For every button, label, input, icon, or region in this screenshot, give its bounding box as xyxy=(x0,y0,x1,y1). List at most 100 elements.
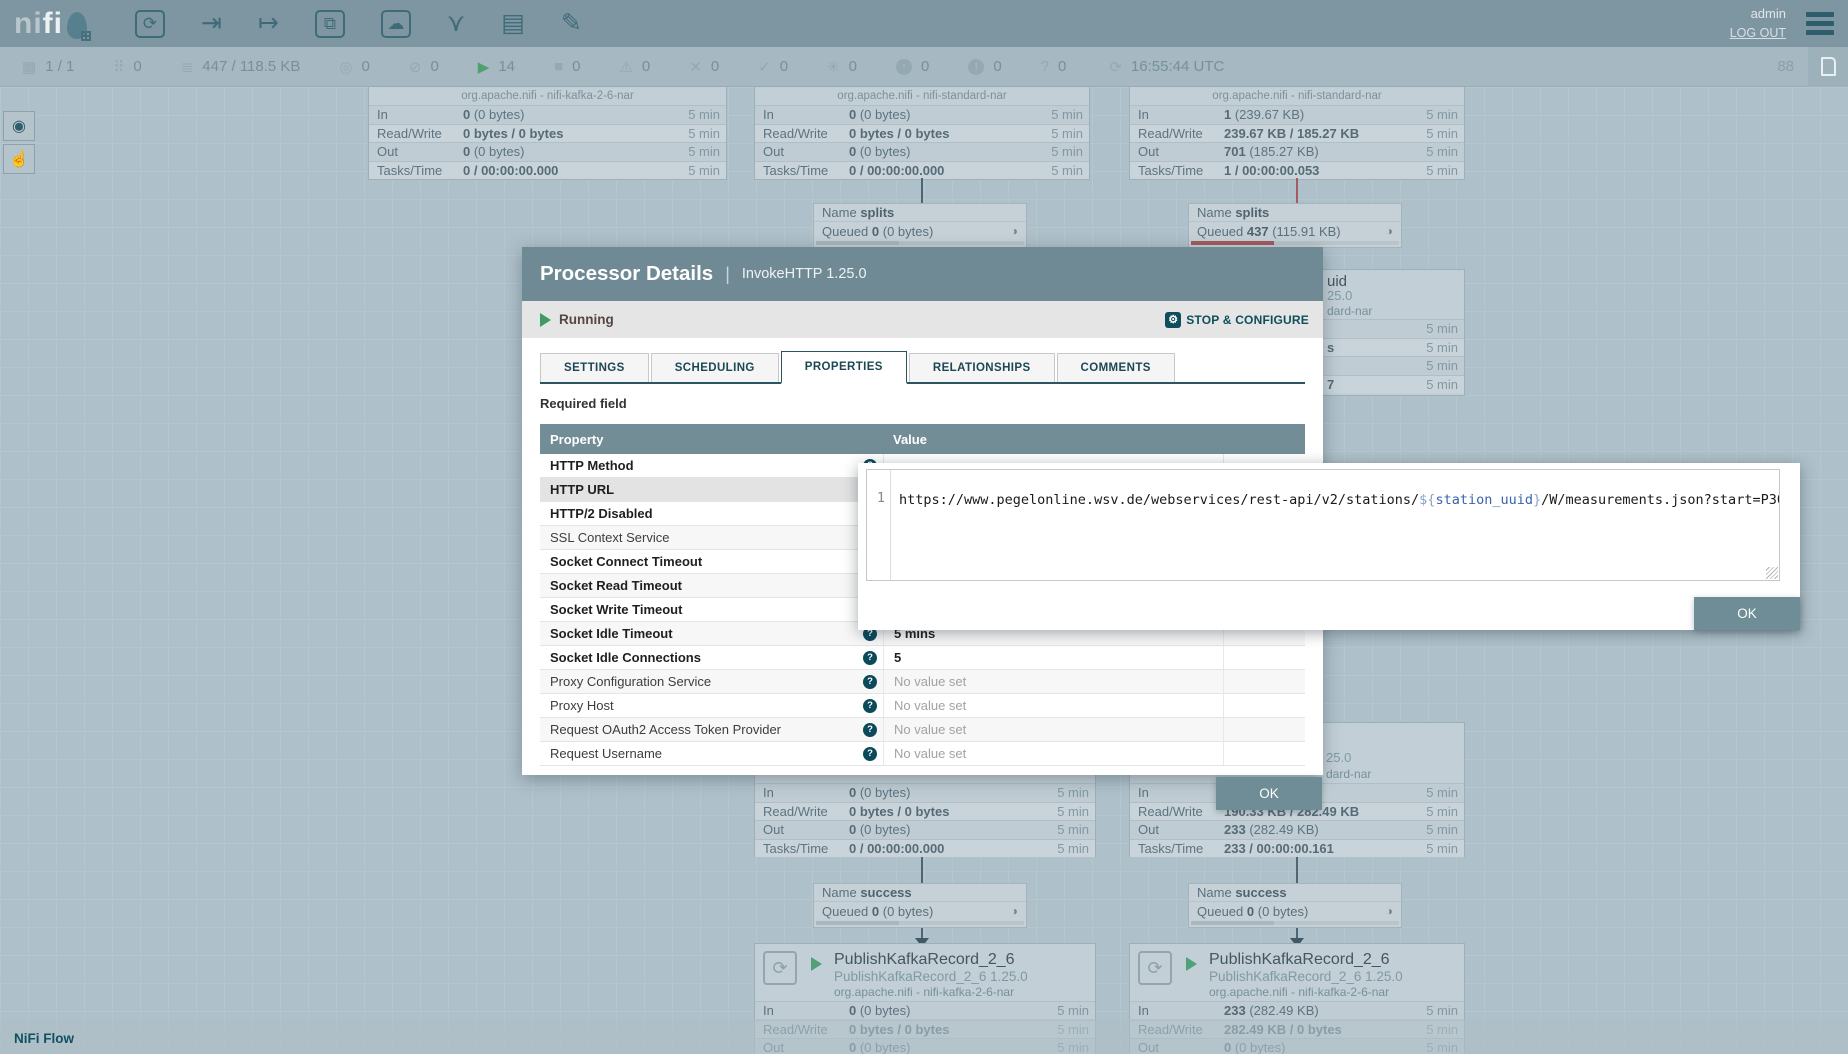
status-value: 0 xyxy=(430,58,438,75)
connection-queue-label[interactable]: Name splits Queued 437 (115.91 KB) ◑ xyxy=(1188,203,1402,248)
property-name: Socket Connect Timeout xyxy=(550,554,702,569)
status-item: ? 0 xyxy=(1041,58,1067,76)
property-value[interactable]: No value set xyxy=(894,746,966,761)
processor-stat-row: Read/Write 0 bytes / 0 bytes 5 min xyxy=(369,124,726,143)
connection-queue-label[interactable]: Name success Queued 0 (0 bytes) ◑ xyxy=(813,883,1027,928)
property-value[interactable]: No value set xyxy=(894,674,966,689)
help-icon[interactable]: ? xyxy=(863,723,877,737)
processor-stat-row: Tasks/Time 1 / 00:00:00.053 5 min xyxy=(1130,161,1464,180)
help-icon[interactable]: ? xyxy=(863,675,877,689)
processor-stat-row: Out 233 (282.49 KB) 5 min xyxy=(1130,820,1464,839)
property-row[interactable]: Request OAuth2 Access Token Provider ? N… xyxy=(540,718,1305,742)
grid-toggle-icon[interactable]: 88 xyxy=(1777,58,1794,75)
property-name: HTTP Method xyxy=(550,458,634,473)
sync-failure-icon: ? xyxy=(1041,58,1049,75)
processor-stat-row: Tasks/Time 0 / 00:00:00.000 5 min xyxy=(755,161,1089,180)
property-column-header: Property xyxy=(540,432,883,447)
queued-icon: ≣ xyxy=(181,58,194,76)
remote-process-group-icon[interactable]: ☁ xyxy=(381,10,411,38)
resize-handle-icon[interactable] xyxy=(1766,567,1778,579)
processor-icon: ⟳ xyxy=(1138,951,1172,985)
expression-close: } xyxy=(1533,492,1541,508)
queue-fill-bar xyxy=(816,921,1024,925)
property-name: Socket Write Timeout xyxy=(550,602,682,617)
property-name: Socket Idle Timeout xyxy=(550,626,673,641)
template-icon[interactable]: ▤ xyxy=(501,11,525,36)
value-editor[interactable]: 1 https://www.pegelonline.wsv.de/webserv… xyxy=(866,469,1780,581)
processor-stat-row: Out 701 (185.27 KB) 5 min xyxy=(1130,142,1464,161)
status-value: 0 xyxy=(362,58,370,75)
dialog-ok-button[interactable]: OK xyxy=(1216,777,1322,810)
property-value[interactable]: No value set xyxy=(894,698,966,713)
logo-text: ni xyxy=(14,7,43,41)
value-editor-popup: 1 https://www.pegelonline.wsv.de/webserv… xyxy=(858,463,1800,630)
property-row[interactable]: Proxy Host ? No value set xyxy=(540,694,1305,718)
processor-bundle: org.apache.nifi - nifi-kafka-2-6-nar xyxy=(369,87,726,105)
help-icon[interactable]: ? xyxy=(863,747,877,761)
logout-link[interactable]: LOG OUT xyxy=(1730,24,1786,43)
status-item: ⚠ 0 xyxy=(619,58,650,76)
dialog-tab[interactable]: SETTINGS xyxy=(540,353,649,382)
property-row[interactable]: Request Username ? No value set xyxy=(540,742,1305,766)
queue-fill-bar xyxy=(1191,241,1399,245)
hand-icon: ☝ xyxy=(9,149,29,169)
property-name: Proxy Configuration Service xyxy=(550,674,711,689)
ports-icon: ⠿ xyxy=(113,58,124,76)
processor-stat-row: In 0 (0 bytes) 5 min xyxy=(369,105,726,124)
status-value: 0 xyxy=(133,58,141,75)
compass-icon: ◉ xyxy=(12,116,26,136)
processor-stat-row: Out 0 (0 bytes) 5 min xyxy=(755,142,1089,161)
gear-icon: ⚙ xyxy=(1165,312,1181,328)
processor-stat-row: Tasks/Time 0 / 00:00:00.000 5 min xyxy=(369,161,726,180)
editor-ok-button[interactable]: OK xyxy=(1694,597,1800,630)
property-row[interactable]: Proxy Configuration Service ? No value s… xyxy=(540,670,1305,694)
load-balance-icon: ◑ xyxy=(1386,902,1393,921)
global-menu-icon[interactable] xyxy=(1806,12,1834,35)
process-group-icon[interactable]: ⧉ xyxy=(315,10,345,38)
dialog-tab[interactable]: SCHEDULING xyxy=(651,353,779,382)
help-icon[interactable]: ? xyxy=(863,699,877,713)
status-value: 447 / 118.5 KB xyxy=(202,58,300,75)
status-item: ≣ 447 / 118.5 KB xyxy=(181,58,301,76)
status-item: ▶ 14 xyxy=(478,58,515,76)
refresh-icon[interactable]: ⟳ xyxy=(1109,58,1122,76)
processor-icon[interactable]: ⟳ xyxy=(135,10,165,38)
processor-stat-row: Out 0 (0 bytes) 5 min xyxy=(369,142,726,161)
processor-type: PublishKafkaRecord_2_6 1.25.0 xyxy=(834,970,1028,985)
document-view-tile[interactable] xyxy=(1808,47,1848,87)
breadcrumb[interactable]: NiFi Flow xyxy=(14,1031,74,1046)
line-number: 1 xyxy=(867,470,891,580)
input-port-icon[interactable]: ⇥ xyxy=(201,11,222,36)
url-value-text[interactable]: https://www.pegelonline.wsv.de/webservic… xyxy=(891,470,1779,580)
title-separator: | xyxy=(725,264,730,285)
queue-fill-bar xyxy=(1191,921,1399,925)
property-name: SSL Context Service xyxy=(550,530,669,545)
property-name: Proxy Host xyxy=(550,698,614,713)
birdseye-button[interactable]: ◉ xyxy=(3,111,35,141)
status-item: ⠿ 0 xyxy=(113,58,141,76)
funnel-icon[interactable]: ⋎ xyxy=(447,11,465,36)
property-row[interactable]: Socket Idle Connections ? 5 xyxy=(540,646,1305,670)
output-port-icon[interactable]: ↦ xyxy=(258,11,279,36)
current-user: admin xyxy=(1730,4,1786,24)
dialog-tab[interactable]: PROPERTIES xyxy=(781,351,907,384)
pan-button[interactable]: ☝ xyxy=(3,144,35,174)
dialog-tab[interactable]: RELATIONSHIPS xyxy=(909,353,1055,382)
status-item: ! 0 xyxy=(968,58,1001,76)
property-name: Socket Read Timeout xyxy=(550,578,682,593)
processor-name: PublishKafkaRecord_2_6 xyxy=(834,951,1028,969)
load-balance-icon: ◑ xyxy=(1011,902,1018,921)
connection-queue-label[interactable]: Name success Queued 0 (0 bytes) ◑ xyxy=(1188,883,1402,928)
processor-stat-row: Tasks/Time 233 / 00:00:00.161 5 min xyxy=(1130,839,1464,858)
stop-and-configure-button[interactable]: ⚙ STOP & CONFIGURE xyxy=(1165,312,1309,328)
help-icon[interactable]: ? xyxy=(863,651,877,665)
dialog-tab[interactable]: COMMENTS xyxy=(1057,353,1175,382)
status-item: ▦ 1 / 1 xyxy=(22,58,74,76)
connection-queue-label[interactable]: Name splits Queued 0 (0 bytes) ◑ xyxy=(813,203,1027,248)
property-value[interactable]: 5 xyxy=(894,650,901,665)
queue-fill-bar xyxy=(816,241,1024,245)
property-name: Socket Idle Connections xyxy=(550,650,701,665)
property-value[interactable]: No value set xyxy=(894,722,966,737)
processor-stat-row: In 0 (0 bytes) 5 min xyxy=(755,105,1089,124)
label-icon[interactable]: ✎ xyxy=(561,11,582,36)
